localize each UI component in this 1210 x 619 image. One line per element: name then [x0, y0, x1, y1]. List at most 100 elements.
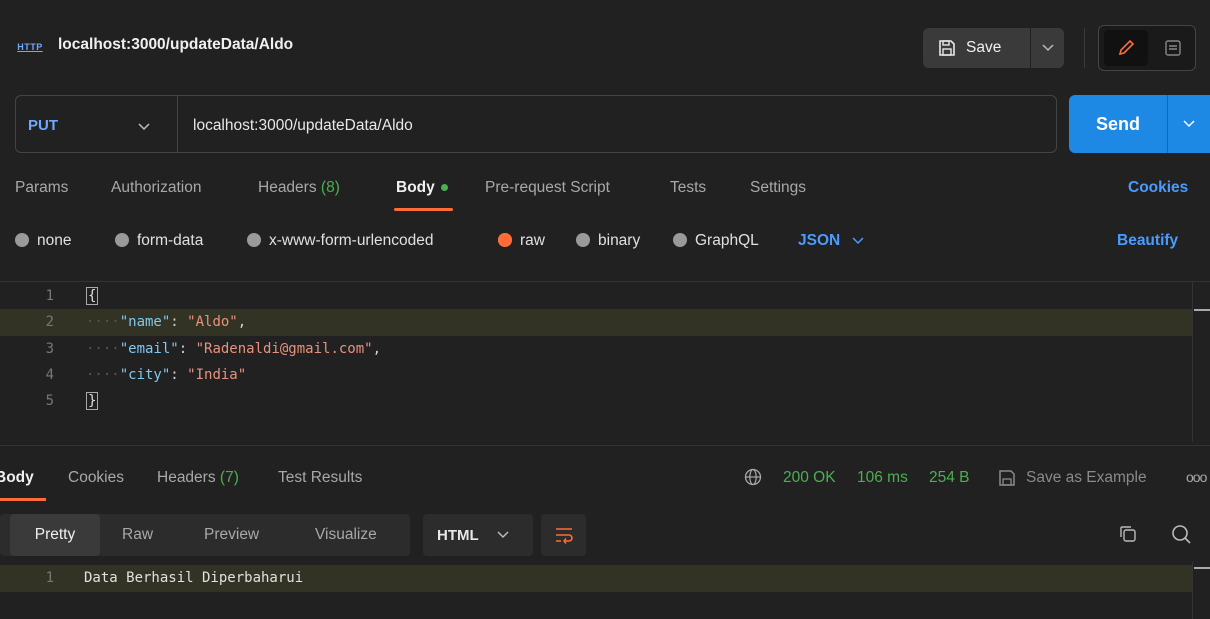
response-time[interactable]: 106 ms [857, 469, 908, 487]
radio-urlencoded-label: x-www-form-urlencoded [269, 232, 434, 249]
save-options-button[interactable] [1031, 28, 1064, 68]
response-size[interactable]: 254 B [929, 469, 970, 487]
radio-form-data[interactable]: form-data [115, 232, 203, 250]
json-value: "Aldo" [187, 314, 238, 330]
tab-prerequest-script[interactable]: Pre-request Script [485, 179, 610, 197]
radio-raw[interactable]: raw [498, 232, 545, 250]
body-indicator-dot [440, 184, 448, 192]
response-divider [0, 445, 1210, 446]
code-line: 4 ····"city": "India" [0, 362, 1192, 389]
response-status[interactable]: 200 OK [783, 469, 836, 487]
line-number: 5 [45, 393, 54, 409]
radio-icon [115, 232, 129, 247]
radio-graphql-label: GraphQL [695, 232, 759, 249]
code-line: 5 } [0, 388, 1192, 415]
response-headers-count: (7) [219, 469, 239, 486]
response-tab-body[interactable]: Body [0, 469, 34, 487]
response-active-underline [0, 498, 46, 501]
active-tab-underline [394, 208, 453, 211]
tab-params[interactable]: Params [15, 179, 68, 197]
save-as-example-button[interactable]: Save as Example [998, 469, 1147, 487]
tab-body[interactable]: Body [396, 179, 448, 197]
method-select[interactable]: PUT [28, 117, 58, 134]
radio-binary[interactable]: binary [576, 232, 640, 250]
chevron-down-icon [852, 237, 864, 245]
response-scrollbar[interactable] [1192, 562, 1210, 619]
chevron-down-icon [497, 531, 509, 539]
line-number: 4 [45, 367, 54, 383]
radio-icon [576, 232, 590, 247]
tab-headers[interactable]: Headers (8) [258, 179, 340, 197]
radio-icon [673, 232, 687, 247]
response-tab-headers[interactable]: Headers (7) [157, 469, 239, 487]
body-format-label: JSON [798, 232, 841, 249]
response-format-select[interactable]: HTML [423, 514, 533, 556]
copy-icon[interactable] [1118, 524, 1138, 548]
toolbar-divider [1084, 28, 1085, 68]
save-as-example-label: Save as Example [1026, 469, 1147, 486]
more-options-icon[interactable]: ooo [1186, 469, 1207, 485]
tab-body-label: Body [396, 179, 435, 196]
json-key: "name" [119, 314, 171, 330]
chevron-down-icon [1183, 120, 1195, 128]
method-chevron-icon[interactable] [138, 118, 150, 135]
response-tab-test-results[interactable]: Test Results [278, 469, 362, 487]
beautify-link[interactable]: Beautify [1117, 232, 1178, 250]
view-visualize[interactable]: Visualize [315, 514, 377, 556]
view-pretty[interactable]: Pretty [10, 514, 100, 556]
response-tab-cookies[interactable]: Cookies [68, 469, 124, 487]
url-input[interactable]: localhost:3000/updateData/Aldo [193, 117, 413, 135]
chevron-down-icon [1041, 44, 1054, 52]
radio-none[interactable]: none [15, 232, 71, 250]
cookies-link[interactable]: Cookies [1128, 179, 1188, 197]
request-tab-title[interactable]: localhost:3000/updateData/Aldo [58, 36, 293, 54]
open-brace: { [86, 287, 99, 305]
indent-dots: ···· [86, 314, 120, 330]
response-body-text: Data Berhasil Diperbaharui [84, 570, 304, 586]
line-number: 2 [45, 314, 54, 330]
close-brace: } [86, 392, 99, 410]
view-raw[interactable]: Raw [122, 514, 153, 556]
scrollbar-cursor-mark [1194, 567, 1210, 569]
radio-binary-label: binary [598, 232, 641, 249]
indent-dots: ···· [86, 367, 120, 383]
radio-urlencoded[interactable]: x-www-form-urlencoded [247, 232, 434, 250]
tab-authorization[interactable]: Authorization [111, 179, 201, 197]
documentation-button[interactable] [1153, 30, 1193, 66]
code-line: 2 ····"name": "Aldo", [0, 309, 1192, 336]
scrollbar-cursor-mark [1194, 309, 1210, 311]
globe-icon[interactable] [744, 468, 762, 490]
radio-icon [247, 232, 261, 247]
search-icon[interactable] [1170, 523, 1192, 549]
response-format-label: HTML [437, 526, 479, 544]
json-key: "email" [119, 341, 179, 357]
view-preview[interactable]: Preview [204, 514, 259, 556]
json-key: "city" [119, 367, 171, 383]
url-bar [15, 95, 1057, 153]
http-icon: HTTP [17, 42, 43, 52]
save-icon [939, 40, 955, 56]
line-number: 1 [45, 570, 54, 586]
save-icon [999, 470, 1015, 486]
editor-scrollbar[interactable] [1192, 282, 1210, 442]
send-options-button[interactable] [1167, 95, 1210, 153]
radio-graphql[interactable]: GraphQL [673, 232, 759, 250]
response-body-line: 1 Data Berhasil Diperbaharui [0, 565, 1192, 592]
edit-mode-button[interactable] [1104, 30, 1148, 66]
json-value: "India" [187, 367, 247, 383]
wrap-lines-icon [555, 528, 573, 544]
body-format-select[interactable]: JSON [798, 232, 864, 250]
radio-raw-label: raw [520, 232, 545, 249]
indent-dots: ···· [86, 341, 120, 357]
radio-none-label: none [37, 232, 72, 249]
line-number: 1 [45, 288, 54, 304]
tab-tests[interactable]: Tests [670, 179, 706, 197]
save-button[interactable]: Save [923, 28, 1030, 68]
line-number: 3 [45, 341, 54, 357]
send-button[interactable]: Send [1069, 95, 1167, 153]
code-line: 3 ····"email": "Radenaldi@gmail.com", [0, 336, 1192, 363]
wrap-lines-button[interactable] [541, 514, 586, 556]
save-button-label: Save [966, 39, 1002, 56]
document-icon [1165, 40, 1181, 56]
tab-settings[interactable]: Settings [750, 179, 806, 197]
